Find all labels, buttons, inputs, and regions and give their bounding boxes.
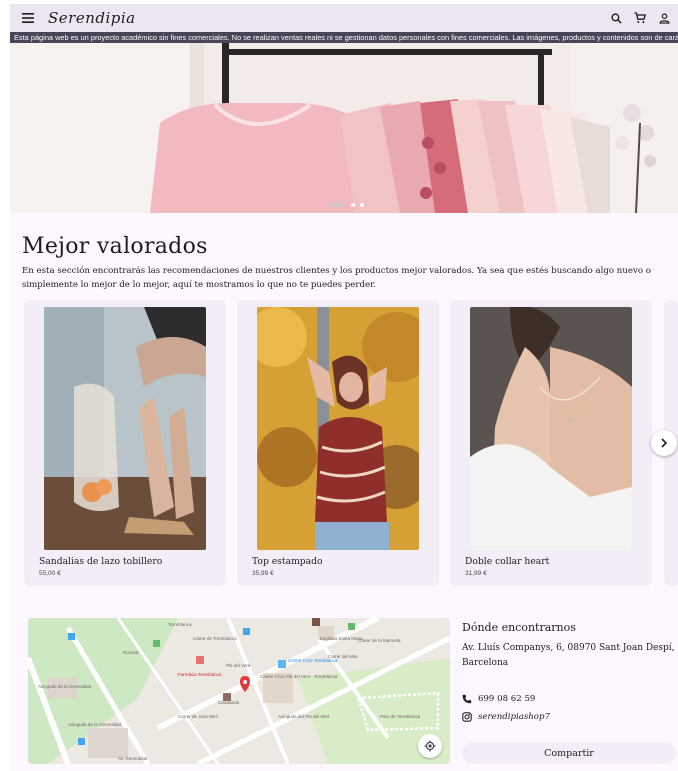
map-label: Avinguda de la Generalitat [68,722,122,727]
instagram-icon [462,712,472,722]
map-label: Carrer de Joan Miró [178,714,219,719]
account-button[interactable] [654,8,674,28]
phone-contact[interactable]: 699 08 62 59 [462,694,535,704]
demo-notice-banner: Esta página web es un proyecto académico… [10,32,678,43]
product-name: Sandalias de lazo tobillero [39,556,163,567]
map-label: Avinguda del Pla del Vent [278,714,330,719]
product-price: 31,99 € [465,570,487,577]
main-content: Mejor valorados En esta sección encontra… [10,213,678,771]
carousel-dot[interactable] [351,203,355,207]
map-label: Avinguda de la Generalitat [38,684,92,689]
product-image [44,307,206,550]
top-app-bar: Serendipia [10,4,678,32]
map-label: Roserar [123,650,140,655]
phone-number: 699 08 62 59 [478,694,536,704]
map-label: Torreblanca [168,622,192,627]
menu-icon [22,13,34,23]
address: Av. Lluís Companys, 6, 08970 Sant Joan D… [462,643,675,668]
product-image [470,307,632,550]
map-label: Av. Generalitat [118,756,148,761]
instagram-handle: serendipiashop7 [478,712,550,722]
map-label: Parc de Torreblanca [380,714,421,719]
phone-icon [462,694,472,704]
cart-button[interactable] [630,8,650,28]
my-location-button[interactable] [418,734,442,758]
map-label: Pla del Vent [226,663,251,668]
section-title: Mejor valorados [22,234,208,259]
location-map[interactable]: Pla del Vent Farmàcia Torreblanca Caixab… [28,618,450,764]
product-name: Top estampado [252,556,323,567]
hero-carousel[interactable] [10,43,678,213]
chevron-right-icon [661,438,668,448]
product-price: 55,00 € [39,570,61,577]
search-icon [610,12,622,24]
product-price: 35,99 € [252,570,274,577]
map-label: Carrer de la Marineta [358,638,401,643]
carousel-indicators [330,203,364,207]
account-icon [659,12,669,24]
product-image [257,307,419,550]
search-button[interactable] [606,8,626,28]
map-label: Carrer de Torreblanca [193,636,237,641]
share-button[interactable]: Compartir [462,742,676,764]
cart-icon [634,12,646,23]
map-label: Centre Cívic Pla del Vent - Torreblanca [260,674,338,679]
location-title: Dónde encontrarnos [462,621,576,634]
menu-button[interactable] [14,4,42,32]
product-card[interactable]: Sandalias de lazo tobillero 55,00 € [24,300,226,586]
logo[interactable]: Serendipia [48,9,136,27]
carousel-dot[interactable] [360,203,364,207]
location-info: Dónde encontrarnos Av. Lluís Companys, 6… [462,618,676,764]
carousel-next-button[interactable] [651,430,677,456]
section-description: En esta sección encontrarás las recomend… [22,266,651,290]
product-card[interactable]: Doble collar heart 31,99 € [450,300,652,586]
product-name: Doble collar heart [465,556,550,567]
map-label: Farmàcia Torreblanca [178,672,222,677]
product-carousel: Sandalias de lazo tobillero 55,00 € Top … [24,300,678,587]
hero-image [10,43,678,213]
carousel-dot-active[interactable] [330,203,346,207]
map-label: Caixabank [218,700,240,705]
product-card[interactable]: Top estampado 35,99 € [237,300,439,586]
instagram-contact[interactable]: serendipiashop7 [462,712,550,722]
map-label: Carrer del Mas [328,654,359,659]
map-label: Església Santa Maria [320,636,363,641]
crosshair-icon [424,740,436,752]
